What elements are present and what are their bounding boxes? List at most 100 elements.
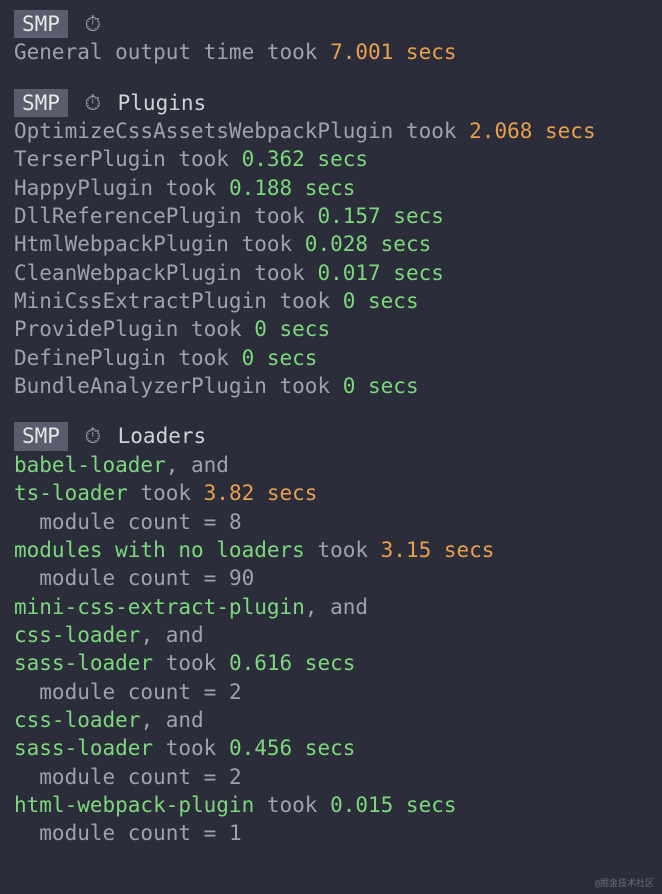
took-label: took [166,147,242,171]
smp-badge: SMP [14,10,68,38]
plugin-name: HappyPlugin [14,176,153,200]
module-count-label: module count = [39,566,229,590]
plugin-time: 0 secs [343,374,419,398]
plugin-name: DllReferencePlugin [14,204,242,228]
plugin-row: ProvidePlugin took 0 secs [14,315,648,343]
stopwatch-icon: ⏱ [85,89,101,117]
plugin-name: CleanWebpackPlugin [14,261,242,285]
plugin-time: 0.157 secs [317,204,443,228]
plugin-time: 0 secs [254,317,330,341]
plugin-time: 0.017 secs [317,261,443,285]
plugins-section: SMP ⏱ Plugins OptimizeCssAssetsWebpackPl… [14,89,648,401]
took-label: took [229,232,305,256]
plugin-row: DefinePlugin took 0 secs [14,344,648,372]
loader-row: css-loader, and [14,706,648,734]
took-label: took [242,261,318,285]
plugin-row: DllReferencePlugin took 0.157 secs [14,202,648,230]
loaders-header-text: Loaders [118,424,207,448]
module-count-value: 2 [229,680,242,704]
general-section: SMP ⏱ General output time took 7.001 sec… [14,10,648,67]
stopwatch-icon: ⏱ [85,422,101,450]
plugin-name: MiniCssExtractPlugin [14,289,267,313]
module-count-label: module count = [39,821,229,845]
plugin-time: 2.068 secs [469,119,595,143]
loader-name: sass-loader [14,651,153,675]
smp-badge: SMP [14,422,68,450]
took-label: took [242,204,318,228]
plugin-row: MiniCssExtractPlugin took 0 secs [14,287,648,315]
module-count-row: module count = 8 [14,508,648,536]
plugins-list: OptimizeCssAssetsWebpackPlugin took 2.06… [14,117,648,400]
loader-row: css-loader, and [14,621,648,649]
watermark: @掘金技术社区 [595,878,654,890]
loader-name: babel-loader [14,453,166,477]
module-count-label: module count = [39,510,229,534]
general-output-label: General output time took [14,40,330,64]
loader-row: modules with no loaders took 3.15 secs [14,536,648,564]
loader-suffix: , and [166,453,229,477]
module-count-row: module count = 90 [14,564,648,592]
general-output-line: General output time took 7.001 secs [14,38,648,66]
loader-row: babel-loader, and [14,451,648,479]
took-label: took [166,346,242,370]
loader-time: 0.616 secs [229,651,355,675]
plugin-time: 0.028 secs [305,232,431,256]
loaders-section: SMP ⏱ Loaders babel-loader, andts-loader… [14,422,648,847]
took-label: took [267,374,343,398]
loader-row: mini-css-extract-plugin, and [14,593,648,621]
stopwatch-icon: ⏱ [85,10,101,38]
smp-badge: SMP [14,89,68,117]
took-label: took [254,793,330,817]
loader-suffix: , and [305,595,368,619]
loader-time: 0.015 secs [330,793,456,817]
module-count-label: module count = [39,680,229,704]
plugin-time: 0 secs [242,346,318,370]
loader-time: 3.15 secs [381,538,495,562]
plugin-name: BundleAnalyzerPlugin [14,374,267,398]
plugin-name: OptimizeCssAssetsWebpackPlugin [14,119,393,143]
plugin-row: HtmlWebpackPlugin took 0.028 secs [14,230,648,258]
general-header: SMP ⏱ [14,10,648,38]
loader-name: css-loader [14,623,140,647]
took-label: took [128,481,204,505]
loader-name: html-webpack-plugin [14,793,254,817]
plugin-name: DefinePlugin [14,346,166,370]
took-label: took [393,119,469,143]
took-label: took [267,289,343,313]
plugin-name: HtmlWebpackPlugin [14,232,229,256]
module-count-value: 2 [229,765,242,789]
took-label: took [178,317,254,341]
plugin-name: ProvidePlugin [14,317,178,341]
loader-suffix: , and [140,623,203,647]
plugin-row: HappyPlugin took 0.188 secs [14,174,648,202]
loader-name: css-loader [14,708,140,732]
took-label: took [153,651,229,675]
loader-name: modules with no loaders [14,538,305,562]
module-count-label: module count = [39,765,229,789]
loaders-header: SMP ⏱ Loaders [14,422,648,450]
took-label: took [305,538,381,562]
module-count-row: module count = 2 [14,763,648,791]
loader-time: 0.456 secs [229,736,355,760]
took-label: took [153,736,229,760]
module-count-value: 8 [229,510,242,534]
module-count-value: 1 [229,821,242,845]
loader-time: 3.82 secs [204,481,318,505]
plugins-header-text: Plugins [118,91,207,115]
loader-row: sass-loader took 0.456 secs [14,734,648,762]
plugin-name: TerserPlugin [14,147,166,171]
loader-row: sass-loader took 0.616 secs [14,649,648,677]
loader-name: mini-css-extract-plugin [14,595,305,619]
loader-row: html-webpack-plugin took 0.015 secs [14,791,648,819]
module-count-row: module count = 2 [14,678,648,706]
plugin-time: 0.188 secs [229,176,355,200]
plugin-row: TerserPlugin took 0.362 secs [14,145,648,173]
plugin-row: OptimizeCssAssetsWebpackPlugin took 2.06… [14,117,648,145]
module-count-row: module count = 1 [14,819,648,847]
plugin-row: CleanWebpackPlugin took 0.017 secs [14,259,648,287]
module-count-value: 90 [229,566,254,590]
plugin-row: BundleAnalyzerPlugin took 0 secs [14,372,648,400]
loader-row: ts-loader took 3.82 secs [14,479,648,507]
general-output-time: 7.001 secs [330,40,456,64]
plugin-time: 0 secs [343,289,419,313]
